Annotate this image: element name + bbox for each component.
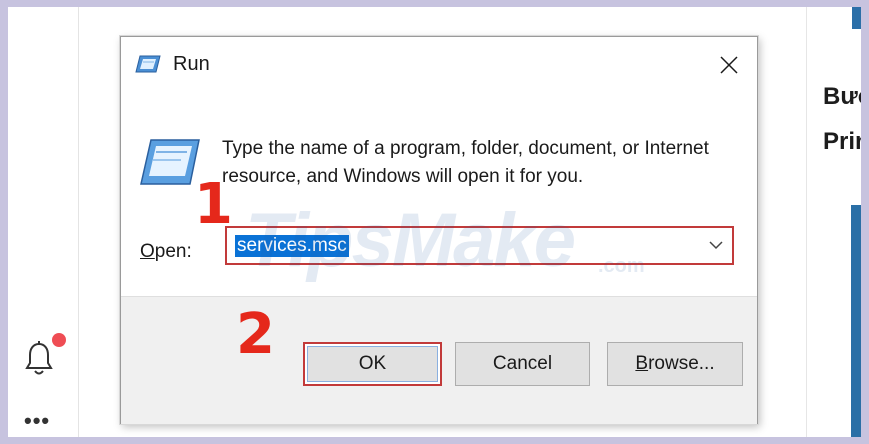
article-heading-line2: Prin bbox=[823, 128, 861, 155]
notification-badge bbox=[52, 333, 66, 347]
chevron-down-icon[interactable] bbox=[708, 239, 724, 251]
dialog-button-bar: OK Cancel Browse... bbox=[121, 296, 757, 424]
step-1-marker: 1 bbox=[194, 172, 233, 237]
open-label: Open: bbox=[140, 241, 192, 263]
open-label-text: pen: bbox=[154, 241, 192, 262]
open-label-access-key: O bbox=[140, 241, 155, 262]
run-icon bbox=[135, 55, 161, 73]
more-icon[interactable]: ••• bbox=[24, 410, 50, 432]
dialog-titlebar[interactable]: Run bbox=[121, 37, 757, 94]
article-heading-line1: Bước bbox=[823, 83, 861, 110]
open-combobox[interactable]: services.msc bbox=[225, 226, 734, 265]
browse-label: rowse... bbox=[648, 353, 715, 374]
run-large-icon bbox=[140, 139, 200, 185]
left-rail: ••• bbox=[8, 7, 79, 437]
open-input-value[interactable]: services.msc bbox=[235, 235, 349, 257]
dialog-title: Run bbox=[173, 53, 210, 75]
bell-icon[interactable] bbox=[25, 341, 53, 377]
browse-button[interactable]: Browse... bbox=[607, 342, 743, 386]
step-2-marker: 2 bbox=[236, 302, 275, 367]
cancel-button[interactable]: Cancel bbox=[455, 342, 590, 386]
browse-access-key: B bbox=[635, 353, 649, 374]
close-button[interactable] bbox=[707, 45, 751, 85]
article-panel: Bước Prin bbox=[806, 7, 861, 437]
decorative-bar bbox=[852, 7, 861, 29]
dialog-description: Type the name of a program, folder, docu… bbox=[222, 138, 709, 187]
screen: ••• Bước Prin Run bbox=[8, 7, 861, 437]
close-icon bbox=[720, 56, 738, 74]
ok-button[interactable]: OK bbox=[303, 342, 442, 386]
article-image bbox=[851, 205, 861, 437]
